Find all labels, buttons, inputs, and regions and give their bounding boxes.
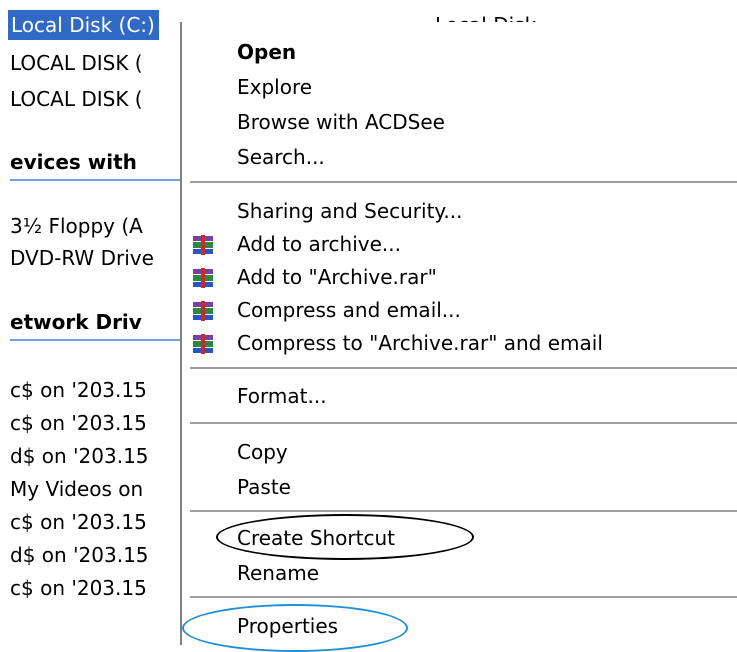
drive-item-local-disk-c[interactable]: Local Disk (C:) (8, 10, 159, 40)
menu-separator (190, 367, 737, 369)
menu-separator (190, 422, 737, 424)
group-header-network: etwork Driv (10, 310, 142, 334)
network-drive-item[interactable]: c$ on '203.15 (10, 408, 147, 438)
winrar-archive-icon (193, 268, 213, 288)
network-drive-item[interactable]: c$ on '203.15 (10, 573, 147, 603)
winrar-archive-icon (193, 235, 213, 255)
menu-item-add-to-archive-rar[interactable]: Add to "Archive.rar" (237, 261, 437, 293)
network-drive-item[interactable]: d$ on '203.15 (10, 441, 149, 471)
menu-separator (190, 510, 737, 512)
menu-item-copy[interactable]: Copy (237, 436, 288, 468)
menu-item-format[interactable]: Format... (237, 380, 327, 412)
menu-item-properties[interactable]: Properties (237, 610, 338, 642)
context-menu: Open Explore Browse with ACDSee Search..… (180, 22, 737, 645)
menu-separator (190, 596, 737, 598)
winrar-archive-icon (193, 301, 213, 321)
winrar-archive-icon (193, 334, 213, 354)
menu-item-browse-acdsee[interactable]: Browse with ACDSee (237, 106, 445, 138)
network-drive-item[interactable]: My Videos on (10, 474, 143, 504)
group-divider (10, 179, 185, 181)
group-divider (10, 339, 185, 341)
menu-item-explore[interactable]: Explore (237, 71, 312, 103)
menu-item-sharing-security[interactable]: Sharing and Security... (237, 195, 462, 227)
menu-item-compress-email[interactable]: Compress and email... (237, 294, 461, 326)
menu-item-search[interactable]: Search... (237, 141, 325, 173)
menu-item-paste[interactable]: Paste (237, 471, 291, 503)
drive-item-local-disk[interactable]: LOCAL DISK ( (10, 48, 143, 78)
menu-item-create-shortcut[interactable]: Create Shortcut (237, 522, 395, 554)
network-drive-item[interactable]: c$ on '203.15 (10, 507, 147, 537)
menu-item-add-to-archive[interactable]: Add to archive... (237, 228, 401, 260)
network-drive-item[interactable]: d$ on '203.15 (10, 540, 149, 570)
drive-item-dvd[interactable]: DVD-RW Drive (10, 243, 154, 273)
network-drive-item[interactable]: c$ on '203.15 (10, 375, 147, 405)
group-header-removable: evices with (10, 150, 137, 174)
drive-item-local-disk[interactable]: LOCAL DISK ( (10, 84, 143, 114)
menu-item-open[interactable]: Open (237, 36, 296, 68)
menu-separator (190, 181, 737, 183)
menu-item-compress-rar-email[interactable]: Compress to "Archive.rar" and email (237, 327, 603, 359)
drive-item-floppy[interactable]: 3½ Floppy (A (10, 211, 143, 241)
menu-item-rename[interactable]: Rename (237, 557, 319, 589)
